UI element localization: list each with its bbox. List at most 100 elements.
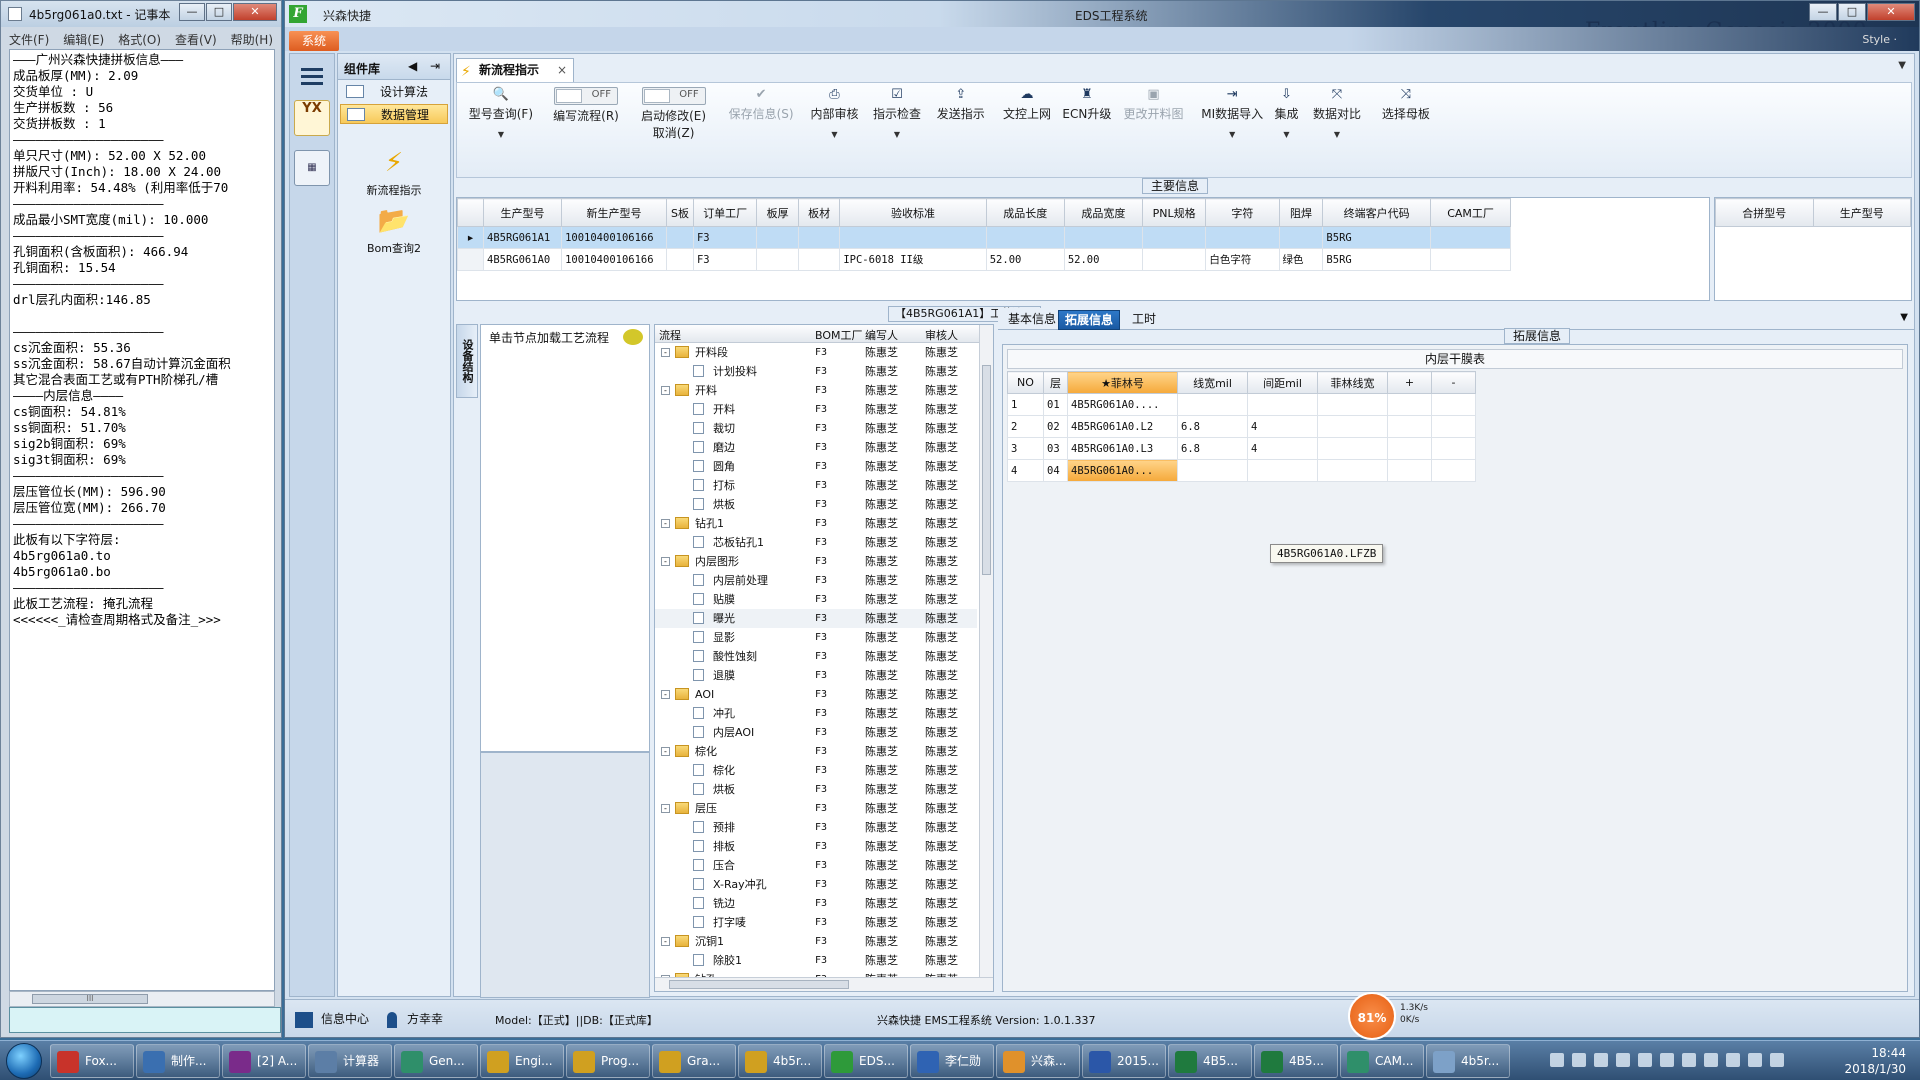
table-cell[interactable] bbox=[1177, 459, 1248, 482]
expand-toggle-icon[interactable]: - bbox=[661, 519, 670, 528]
table-cell[interactable] bbox=[756, 248, 799, 271]
table-cell[interactable] bbox=[1141, 248, 1207, 271]
app-minimize-button[interactable]: — bbox=[1809, 3, 1837, 21]
tree-row[interactable]: -内层图形F3陈惠芝陈惠芝已上网 bbox=[655, 552, 993, 571]
tab-work-hours[interactable]: 工时 bbox=[1126, 310, 1162, 330]
table-cell[interactable] bbox=[1247, 393, 1318, 416]
tab-basic-info[interactable]: 基本信息 bbox=[1002, 310, 1062, 330]
tray-icon[interactable] bbox=[1682, 1053, 1696, 1067]
column-header[interactable]: 验收标准 bbox=[839, 198, 987, 227]
ribbon-button-13[interactable]: ⤨ 选择母板 bbox=[1370, 85, 1443, 122]
taskbar-button[interactable]: [2] A... bbox=[222, 1044, 306, 1078]
ribbon-button-7[interactable]: ☁ 文控上网 bbox=[995, 85, 1060, 122]
table-cell[interactable]: 绿色 bbox=[1278, 248, 1324, 271]
notepad-text-area[interactable]: ———广州兴森快捷拼板信息——— 成品板厚(MM): 2.09 交货单位 : U 生产… bbox=[9, 49, 275, 991]
tree-row[interactable]: -钻孔1F3陈惠芝陈惠芝已上网 bbox=[655, 514, 993, 533]
network-usage-gauge[interactable]: 81% bbox=[1348, 992, 1396, 1040]
column-header[interactable]: 板材 bbox=[797, 198, 841, 227]
column-header[interactable]: 成品宽度 bbox=[1063, 198, 1143, 227]
yx-app-icon[interactable]: YX bbox=[294, 100, 330, 136]
combined-model-grid[interactable]: 合拼型号 生产型号 bbox=[1714, 197, 1912, 301]
table-cell[interactable] bbox=[797, 248, 841, 271]
off-toggle[interactable]: OFF bbox=[554, 87, 618, 105]
column-header[interactable]: 订单工厂 bbox=[692, 198, 758, 227]
menu-format[interactable]: 格式(O) bbox=[118, 31, 161, 49]
tree-row[interactable]: 烘板F3陈惠芝陈惠芝已上网 bbox=[655, 780, 993, 799]
table-row[interactable]: 1 01 4B5RG061A0.... bbox=[1007, 393, 1476, 416]
tab-close-icon[interactable]: × bbox=[557, 59, 567, 81]
notepad-horizontal-scrollbar[interactable]: III bbox=[9, 991, 275, 1007]
table-cell[interactable] bbox=[985, 226, 1065, 249]
column-header[interactable]: 终端客户代码 bbox=[1322, 198, 1431, 227]
table-cell[interactable] bbox=[1247, 459, 1318, 482]
tray-icon[interactable] bbox=[1704, 1053, 1718, 1067]
column-header[interactable]: 板厚 bbox=[756, 198, 799, 227]
tree-row[interactable]: 芯板钻孔1F3陈惠芝陈惠芝已上网 bbox=[655, 533, 993, 552]
info-center-button[interactable]: 信息中心 bbox=[295, 1010, 369, 1028]
column-header[interactable]: 生产型号 bbox=[1812, 198, 1911, 227]
taskbar-button[interactable]: Gen... bbox=[394, 1044, 478, 1078]
tree-row[interactable]: 贴膜F3陈惠芝陈惠芝已上网 bbox=[655, 590, 993, 609]
tree-row[interactable]: 曝光F3陈惠芝陈惠芝已上网 bbox=[655, 609, 993, 628]
ribbon-button-6[interactable]: ⇪ 发送指示 bbox=[927, 85, 995, 122]
column-header[interactable]: PNL规格 bbox=[1141, 198, 1207, 227]
table-cell[interactable]: 03 bbox=[1043, 437, 1068, 460]
table-cell[interactable] bbox=[797, 226, 841, 249]
tree-horizontal-scrollbar[interactable] bbox=[655, 977, 993, 991]
table-cell[interactable]: 白色字符 bbox=[1205, 248, 1280, 271]
table-cell[interactable]: 52.00 bbox=[1063, 248, 1143, 271]
tree-row[interactable]: 除胶1F3陈惠芝陈惠芝已上网 bbox=[655, 951, 993, 970]
calculator-icon[interactable]: ▦ bbox=[294, 150, 330, 186]
ribbon-button-9[interactable]: ▣ 更改开料图 bbox=[1115, 85, 1193, 122]
style-menu[interactable]: Style · bbox=[1862, 33, 1897, 46]
tree-row[interactable]: 酸性蚀刻F3陈惠芝陈惠芝已上网 bbox=[655, 647, 993, 666]
tree-vertical-scrollbar[interactable] bbox=[979, 325, 993, 977]
tree-row[interactable]: -棕化F3陈惠芝陈惠芝已上网 bbox=[655, 742, 993, 761]
new-process-instruction-button[interactable]: ⚡ 新流程指示 bbox=[342, 148, 446, 198]
menu-icon[interactable] bbox=[294, 58, 330, 94]
collapse-left-icon[interactable]: ◀ bbox=[408, 59, 417, 73]
tree-row[interactable]: 退膜F3陈惠芝陈惠芝已上网 bbox=[655, 666, 993, 685]
table-cell[interactable]: 4 bbox=[1007, 459, 1044, 482]
table-cell[interactable] bbox=[1278, 226, 1324, 249]
column-header[interactable]: 编写人 bbox=[865, 327, 898, 343]
column-header[interactable]: 生产型号 bbox=[482, 198, 563, 227]
taskbar-button[interactable]: 4B5... bbox=[1168, 1044, 1252, 1078]
menu-view[interactable]: 查看(V) bbox=[175, 31, 217, 49]
system-menu-tab[interactable]: 系统 bbox=[289, 31, 339, 51]
tree-row[interactable]: X-Ray冲孔F3陈惠芝陈惠芝已上网 bbox=[655, 875, 993, 894]
row-header-corner[interactable] bbox=[457, 198, 484, 227]
tree-row[interactable]: -开料段F3陈惠芝陈惠芝已上网 bbox=[655, 343, 993, 362]
dropdown-arrow-icon[interactable]: ▼ bbox=[465, 130, 538, 139]
scroll-thumb[interactable] bbox=[982, 365, 991, 575]
minimize-button[interactable]: — bbox=[179, 3, 205, 21]
taskbar-button[interactable]: 4B5... bbox=[1254, 1044, 1338, 1078]
ribbon-button-11[interactable]: ⇩ 集成 ▼ bbox=[1267, 85, 1306, 139]
tree-row[interactable]: 排板F3陈惠芝陈惠芝已上网 bbox=[655, 837, 993, 856]
menu-help[interactable]: 帮助(H) bbox=[231, 31, 273, 49]
row-marker[interactable] bbox=[457, 248, 484, 271]
table-row[interactable]: 4 04 4B5RG061A0... bbox=[1007, 459, 1476, 482]
column-header[interactable]: 阻焊 bbox=[1278, 198, 1324, 227]
inner-dry-film-table[interactable]: NO 层 ★菲林号 线宽mil 间距mil 菲林线宽 + -1 01 4B5RG061A0....… bbox=[1007, 371, 1476, 482]
table-cell[interactable]: 4B5RG061A0 bbox=[482, 248, 563, 271]
table-row[interactable]: 4B5RG061A0 10010400106166 F3 IPC-6018 II级 52… bbox=[457, 248, 1512, 271]
column-header[interactable]: CAM工厂 bbox=[1429, 198, 1512, 227]
tab-new-process-instruction[interactable]: ⚡ 新流程指示 × bbox=[456, 58, 574, 82]
table-cell[interactable]: 01 bbox=[1043, 393, 1068, 416]
table-cell[interactable] bbox=[1063, 226, 1143, 249]
expand-toggle-icon[interactable]: - bbox=[661, 386, 670, 395]
table-cell[interactable] bbox=[1317, 393, 1388, 416]
tray-icon[interactable] bbox=[1550, 1053, 1564, 1067]
taskbar-button[interactable]: Gra... bbox=[652, 1044, 736, 1078]
column-header[interactable]: 字符 bbox=[1205, 198, 1280, 227]
taskbar-button[interactable]: 计算器 bbox=[308, 1044, 392, 1078]
bom-query-button[interactable]: 📂 Bom查询2 bbox=[342, 206, 446, 256]
column-header[interactable]: + bbox=[1387, 371, 1432, 394]
tray-icon[interactable] bbox=[1748, 1053, 1762, 1067]
dropdown-arrow-icon[interactable]: ▼ bbox=[865, 130, 930, 139]
table-cell[interactable]: 4 bbox=[1247, 415, 1318, 438]
tree-row[interactable]: 打标F3陈惠芝陈惠芝已上网 bbox=[655, 476, 993, 495]
column-header[interactable]: 成品长度 bbox=[985, 198, 1065, 227]
taskbar-button[interactable]: 4b5r... bbox=[738, 1044, 822, 1078]
